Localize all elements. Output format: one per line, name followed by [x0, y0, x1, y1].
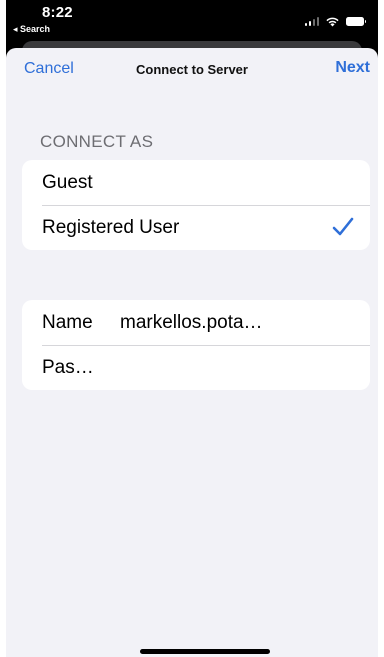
option-label: Guest: [42, 171, 93, 193]
option-label: Registered User: [42, 216, 180, 238]
status-time: 8:22: [42, 4, 73, 21]
connect-sheet: Cancel Connect to Server Next CONNECT AS…: [6, 48, 378, 657]
page-title: Connect to Server: [136, 62, 248, 77]
password-placeholder[interactable]: Pas…: [42, 357, 94, 379]
wifi-icon: [326, 17, 339, 27]
cellular-signal-icon: [304, 17, 319, 26]
checkmark-icon: [332, 217, 354, 236]
battery-icon: [346, 17, 366, 26]
status-bar: 8:22 ◂ Search: [6, 0, 378, 44]
name-label: Name: [42, 311, 93, 333]
credentials-group: Name markellos.pota… Pas…: [22, 300, 370, 390]
name-field[interactable]: Name markellos.pota…: [22, 300, 370, 345]
home-indicator[interactable]: [140, 649, 270, 654]
back-to-search-link[interactable]: ◂ Search: [13, 24, 50, 35]
option-guest[interactable]: Guest: [22, 160, 370, 205]
password-field[interactable]: Pas…: [22, 345, 370, 390]
name-value[interactable]: markellos.pota…: [120, 312, 263, 334]
next-button[interactable]: Next: [335, 59, 370, 77]
nav-bar: Cancel Connect to Server Next: [6, 48, 378, 92]
connect-as-group: Guest Registered User: [22, 160, 370, 250]
option-registered-user[interactable]: Registered User: [22, 205, 370, 250]
status-icons: [304, 16, 366, 27]
connect-as-header: CONNECT AS: [40, 132, 154, 151]
